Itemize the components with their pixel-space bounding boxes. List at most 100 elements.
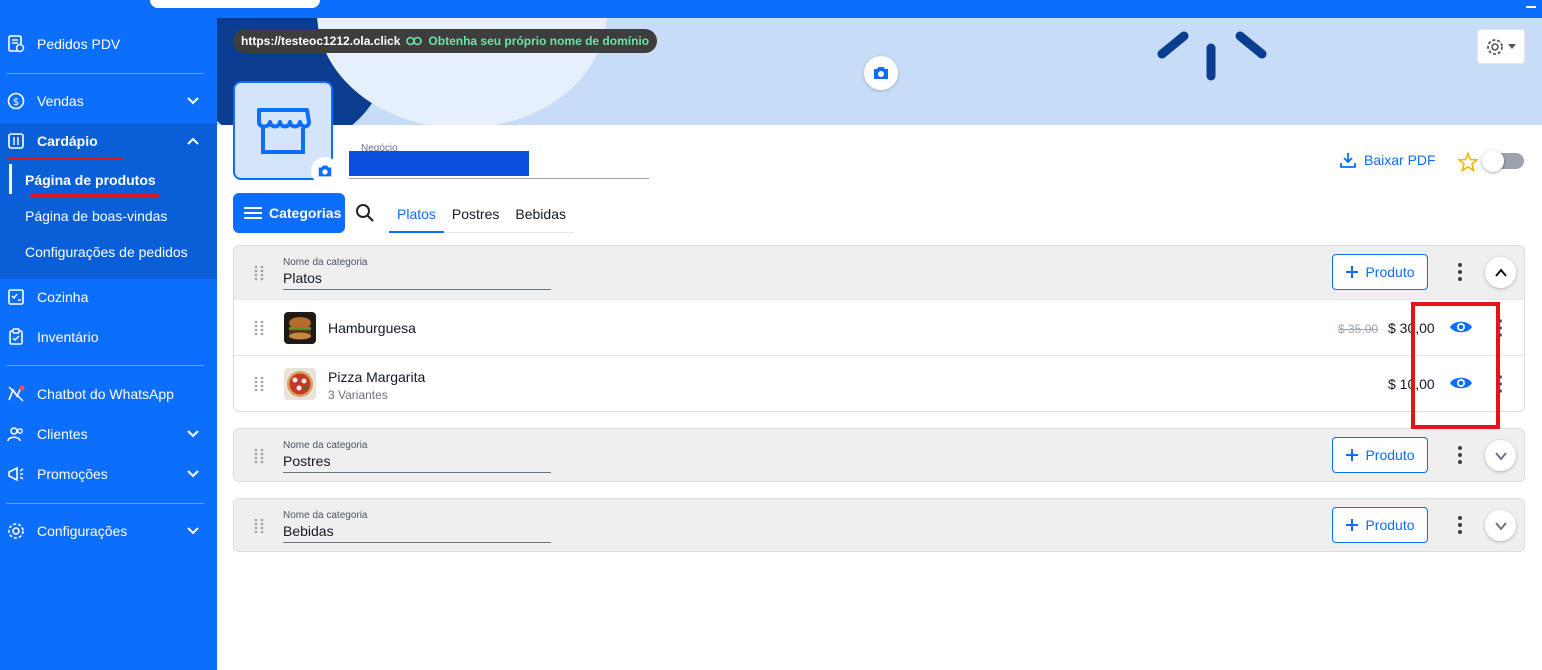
expand-button[interactable]: [1485, 510, 1516, 541]
add-product-label: Produto: [1365, 264, 1415, 280]
custom-domain-link[interactable]: Obtenha seu próprio nome de domínio: [428, 34, 649, 48]
sidebar-sub-label: Página de boas-vindas: [25, 208, 168, 224]
top-bar: [0, 0, 1542, 18]
drag-handle-icon[interactable]: [253, 518, 265, 534]
logo-camera-button[interactable]: [311, 157, 339, 185]
tab-bebidas[interactable]: Bebidas: [507, 200, 574, 233]
category-header: Nome da categoria Postres Produto: [234, 429, 1524, 481]
add-product-button[interactable]: Produto: [1332, 437, 1428, 473]
sidebar-sub-config-pedidos[interactable]: Configurações de pedidos: [0, 234, 217, 270]
sidebar-item-label: Configurações: [37, 523, 128, 539]
featured-toggle[interactable]: [1482, 150, 1524, 172]
users-icon: [7, 427, 23, 442]
sidebar-item-pedidos-pdv[interactable]: Pedidos PDV: [0, 24, 217, 64]
download-pdf-button[interactable]: Baixar PDF: [1340, 152, 1436, 168]
sidebar-item-clientes[interactable]: Clientes: [0, 414, 217, 454]
cover-camera-button[interactable]: [864, 56, 898, 90]
product-name: Hamburguesa: [328, 320, 416, 336]
megaphone-icon: [8, 466, 24, 482]
more-vert-icon[interactable]: [1456, 262, 1464, 282]
category-card: Nome da categoria Postres Produto: [233, 428, 1525, 482]
link-icon: [406, 36, 423, 46]
settings-dropdown-button[interactable]: [1477, 29, 1525, 64]
product-row[interactable]: Pizza Margarita 3 Variantes $ 10,00: [234, 355, 1524, 411]
category-name-underline: [283, 472, 551, 473]
drag-handle-icon[interactable]: [253, 320, 265, 336]
sidebar-item-configuracoes[interactable]: Configurações: [0, 511, 217, 551]
more-vert-icon[interactable]: [1456, 445, 1464, 465]
category-card: Nome da categoria Bebidas Produto: [233, 498, 1525, 552]
sidebar-item-label: Vendas: [37, 93, 84, 109]
categorias-label: Categorias: [269, 205, 342, 221]
product-row[interactable]: Hamburguesa $ 35,00 $ 30,00: [234, 299, 1524, 355]
drag-handle-icon[interactable]: [253, 376, 265, 392]
plus-icon: [1346, 266, 1359, 278]
chevron-down-icon: [1494, 521, 1507, 531]
collapse-button[interactable]: [1485, 257, 1516, 288]
caret-down-icon: [1508, 43, 1516, 49]
dollar-circle-icon: $: [7, 92, 25, 110]
sidebar-item-label: Pedidos PDV: [37, 36, 121, 52]
categorias-button[interactable]: Categorias: [233, 193, 345, 233]
chevron-down-icon: [187, 430, 199, 438]
sidebar-divider: [6, 503, 204, 504]
chevron-up-icon: [1494, 267, 1507, 277]
more-vert-icon[interactable]: [1456, 515, 1464, 535]
category-name-label: Nome da categoria: [283, 440, 368, 451]
chevron-down-icon: [187, 470, 199, 478]
global-search-input[interactable]: [150, 0, 320, 8]
notification-icon[interactable]: [1526, 0, 1536, 8]
chatbot-icon: [8, 385, 25, 402]
sidebar-item-inventario[interactable]: Inventário: [0, 317, 217, 357]
category-tabs: Platos Postres Bebidas: [389, 200, 574, 233]
drag-handle-icon[interactable]: [253, 265, 265, 281]
category-name-input[interactable]: Bebidas: [283, 523, 334, 539]
chevron-down-icon: [1494, 451, 1507, 461]
product-variants: 3 Variantes: [328, 388, 388, 402]
sidebar-item-label: Cardápio: [37, 133, 98, 149]
category-header: Nome da categoria Bebidas Produto: [234, 499, 1524, 551]
chevron-up-icon: [187, 137, 199, 145]
search-icon[interactable]: [355, 203, 375, 223]
sidebar-item-promocoes[interactable]: Promoções: [0, 454, 217, 494]
sidebar-item-label: Inventário: [37, 329, 99, 345]
sidebar-sub-label: Página de produtos: [25, 172, 156, 188]
sidebar-item-cardapio[interactable]: Cardápio: [0, 121, 217, 161]
sidebar-item-chatbot[interactable]: Chatbot do WhatsApp: [0, 374, 217, 414]
camera-icon: [318, 165, 332, 177]
category-name-underline: [283, 542, 551, 543]
category-name-input[interactable]: Postres: [283, 453, 330, 469]
loading-spinner-icon: [1157, 31, 1267, 81]
store-url[interactable]: https://testeoc1212.ola.click: [241, 34, 400, 48]
star-icon[interactable]: [1458, 152, 1478, 172]
category-name-input[interactable]: Platos: [283, 270, 322, 286]
sidebar-item-label: Cozinha: [37, 289, 89, 305]
add-product-button[interactable]: Produto: [1332, 507, 1428, 543]
store-url-pill[interactable]: https://testeoc1212.ola.click Obtenha se…: [233, 29, 658, 53]
gear-icon: [8, 523, 24, 539]
annotation-underline: [7, 157, 123, 160]
negocio-input-redacted[interactable]: [349, 151, 529, 176]
tab-platos[interactable]: Platos: [389, 200, 444, 233]
kitchen-checklist-icon: [8, 289, 24, 305]
expand-button[interactable]: [1485, 440, 1516, 471]
add-product-label: Produto: [1365, 447, 1415, 463]
plus-icon: [1346, 449, 1359, 461]
sidebar-sub-pagina-boas-vindas[interactable]: Página de boas-vindas: [0, 198, 217, 234]
pizza-thumbnail: [284, 368, 316, 400]
tab-postres[interactable]: Postres: [444, 200, 507, 233]
sidebar-item-vendas[interactable]: $ Vendas: [0, 81, 217, 121]
sidebar-item-label: Chatbot do WhatsApp: [37, 386, 174, 402]
plus-icon: [1346, 519, 1359, 531]
gear-icon: [1487, 38, 1503, 55]
annotation-highlight-box: [1411, 302, 1500, 429]
chevron-down-icon: [187, 97, 199, 105]
storefront-icon: [257, 107, 311, 154]
add-product-button[interactable]: Produto: [1332, 254, 1428, 290]
sidebar-sub-pagina-produtos[interactable]: Página de produtos: [0, 162, 217, 198]
sidebar-item-label: Promoções: [37, 466, 108, 482]
category-name-label: Nome da categoria: [283, 257, 368, 268]
sidebar-item-cozinha[interactable]: Cozinha: [0, 277, 217, 317]
drag-handle-icon[interactable]: [253, 448, 265, 464]
menu-book-icon: [8, 133, 24, 149]
